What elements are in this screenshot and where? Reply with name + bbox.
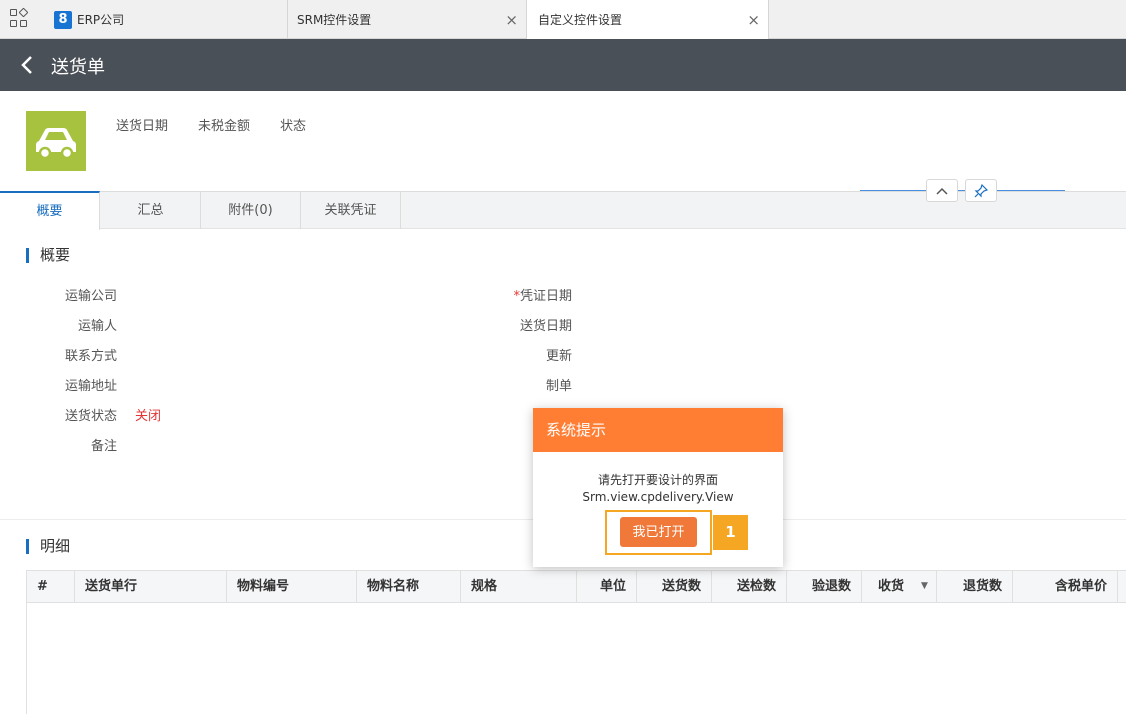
column-header-spec[interactable]: 规格 xyxy=(461,571,577,602)
field-label-text: 凭证日期 xyxy=(519,289,572,304)
tab-srm-control-settings[interactable]: SRM控件设置 × xyxy=(288,0,527,39)
field-label-transporter: 运输人 xyxy=(77,319,117,334)
tab-attachments[interactable]: 附件(0) xyxy=(201,192,301,229)
step-number-badge: 1 xyxy=(713,515,748,550)
field-label-delivery-date: 送货日期 xyxy=(519,319,572,334)
summary-delivery-date-label: 送货日期 xyxy=(116,119,169,134)
detail-section-title: 明细 xyxy=(26,539,70,554)
tab-related-vouchers[interactable]: 关联凭证 xyxy=(301,192,401,229)
car-icon xyxy=(26,111,86,171)
overview-section-title: 概要 xyxy=(26,248,70,263)
chevron-up-icon xyxy=(936,187,948,195)
dialog-message: 请先打开要设计的界面 Srm.view.cpdelivery.View xyxy=(533,472,783,506)
column-header-returned-qty[interactable]: 退货数 xyxy=(937,571,1013,602)
field-label-delivery-status: 送货状态 xyxy=(64,409,117,424)
detail-table: # 送货单行 物料编号 物料名称 规格 单位 送货数 送检数 验退数 收货 ▼ … xyxy=(26,570,1126,714)
field-label-transport-company: 运输公司 xyxy=(64,289,117,304)
tab-label: ERP公司 xyxy=(77,13,125,27)
tab-erp-company[interactable]: 8 ERP公司 xyxy=(42,0,288,39)
column-header-received[interactable]: 收货 xyxy=(862,571,914,602)
app-grid-icon[interactable] xyxy=(9,7,31,29)
app-root: 8 ERP公司 SRM控件设置 × 自定义控件设置 × 送货单 送货日期 未税金… xyxy=(0,0,1126,714)
column-header-unit-price-incl-tax[interactable]: 含税单价 xyxy=(1013,571,1118,602)
column-header-rejected-qty[interactable]: 验退数 xyxy=(787,571,862,602)
summary-status-label: 状态 xyxy=(280,119,307,134)
field-label-contact: 联系方式 xyxy=(64,349,117,364)
back-arrow-icon[interactable] xyxy=(18,54,38,76)
column-header-inspected-qty[interactable]: 送检数 xyxy=(712,571,787,602)
erp-logo-icon: 8 xyxy=(54,10,72,29)
detail-table-header: # 送货单行 物料编号 物料名称 规格 单位 送货数 送检数 验退数 收货 ▼ … xyxy=(27,570,1126,603)
field-label-updated: 更新 xyxy=(545,349,572,364)
field-label-remarks: 备注 xyxy=(90,439,117,454)
close-icon[interactable]: × xyxy=(747,11,760,29)
dialog-message-line1: 请先打开要设计的界面 xyxy=(597,473,718,487)
column-header-material-code[interactable]: 物料编号 xyxy=(227,571,357,602)
tab-label: 自定义控件设置 xyxy=(538,13,623,27)
column-header-material-name[interactable]: 物料名称 xyxy=(357,571,461,602)
field-label-creator: 制单 xyxy=(545,379,572,394)
tab-custom-control-settings[interactable]: 自定义控件设置 × xyxy=(527,0,769,39)
collapse-divider xyxy=(860,190,1065,191)
column-menu-dropdown-icon[interactable]: ▼ xyxy=(913,571,937,602)
column-header-index[interactable]: # xyxy=(27,571,75,602)
pin-button[interactable] xyxy=(965,179,997,202)
column-header-delivered-qty[interactable]: 送货数 xyxy=(637,571,712,602)
pin-icon xyxy=(974,183,989,198)
dialog-message-line2: Srm.view.cpdelivery.View xyxy=(582,490,734,504)
field-label-voucher-date: *凭证日期 xyxy=(480,285,572,304)
tab-summary[interactable]: 汇总 xyxy=(101,192,201,229)
tab-label: SRM控件设置 xyxy=(297,13,372,27)
close-icon[interactable]: × xyxy=(505,11,518,29)
column-header-delivery-line[interactable]: 送货单行 xyxy=(75,571,227,602)
column-header-unit[interactable]: 单位 xyxy=(577,571,637,602)
highlight-frame xyxy=(605,510,712,555)
page-title: 送货单 xyxy=(51,57,105,78)
window-tab-bar: 8 ERP公司 SRM控件设置 × 自定义控件设置 × xyxy=(0,0,1126,39)
field-label-transport-address: 运输地址 xyxy=(64,379,117,394)
collapse-button[interactable] xyxy=(926,179,958,202)
summary-untaxed-amount-label: 未税金额 xyxy=(198,119,251,134)
delivery-status-value: 关闭 xyxy=(135,409,162,424)
page-header: 送货单 xyxy=(0,39,1126,91)
dialog-title: 系统提示 xyxy=(533,408,783,452)
tab-overview[interactable]: 概要 xyxy=(0,191,100,230)
